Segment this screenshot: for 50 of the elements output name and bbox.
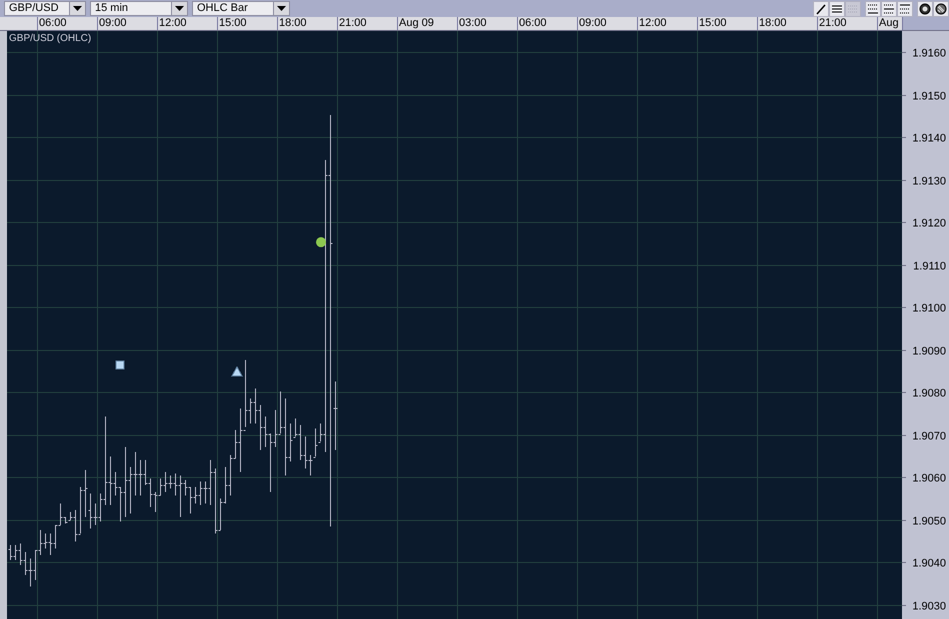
caret-icon: [175, 6, 184, 11]
price-label: 1.9070: [912, 430, 946, 442]
price-label: 1.9030: [912, 600, 946, 612]
time-label: 03:00: [457, 17, 517, 30]
price-label: 1.9130: [912, 176, 946, 188]
time-label: 09:00: [577, 17, 637, 30]
price-label: 1.9080: [912, 388, 946, 400]
time-label: 15:00: [697, 17, 757, 30]
price-label: 1.9140: [912, 132, 946, 144]
chart-title: GBP/USD (OHLC): [9, 33, 92, 44]
lines-icon: [867, 2, 879, 14]
circle-icon: [919, 2, 931, 14]
time-label: 09:00: [97, 17, 157, 30]
chart-type-dropdown[interactable]: OHLC Bar: [192, 1, 290, 16]
time-label: Aug 09: [397, 17, 457, 30]
lines-icon: [883, 2, 895, 14]
lines-tool-button[interactable]: [829, 0, 845, 16]
lines-icon: [899, 2, 911, 14]
time-label: 15:00: [217, 17, 277, 30]
circle-icon: [935, 2, 947, 14]
line-tool-button[interactable]: [813, 0, 829, 16]
price-label: 1.9100: [912, 302, 946, 314]
interval-dropdown[interactable]: 15 min: [90, 1, 188, 16]
grid-top-tool-button[interactable]: [865, 0, 881, 16]
time-label: 06:00: [517, 17, 577, 30]
diagonal-line-icon: [815, 2, 827, 14]
time-label: 06:00: [37, 17, 97, 30]
circle-cross-tool-button[interactable]: [917, 0, 933, 16]
price-label: 1.9160: [912, 48, 946, 60]
lines-icon: [831, 2, 843, 14]
caret-icon: [73, 6, 82, 11]
grid-middle-tool-button[interactable]: [881, 0, 897, 16]
time-label: 18:00: [277, 17, 337, 30]
price-label: 1.9040: [912, 558, 946, 570]
price-label: 1.9060: [912, 472, 946, 484]
circle-hatch-tool-button[interactable]: [933, 0, 949, 16]
time-label: 21:00: [337, 17, 397, 30]
price-label: 1.9150: [912, 90, 946, 102]
time-label: 12:00: [157, 17, 217, 30]
price-label: 1.9050: [912, 516, 946, 528]
lines-icon: [847, 2, 859, 14]
price-label: 1.9110: [913, 260, 946, 272]
caret-icon: [277, 6, 286, 11]
time-label: 21:00: [817, 17, 877, 30]
symbol-dropdown[interactable]: GBP/USD: [4, 1, 86, 16]
price-label: 1.9120: [912, 218, 946, 230]
time-label: 12:00: [637, 17, 697, 30]
price-label: 1.9090: [912, 346, 946, 358]
time-label: 18:00: [757, 17, 817, 30]
grid-bottom-tool-button[interactable]: [897, 0, 913, 16]
